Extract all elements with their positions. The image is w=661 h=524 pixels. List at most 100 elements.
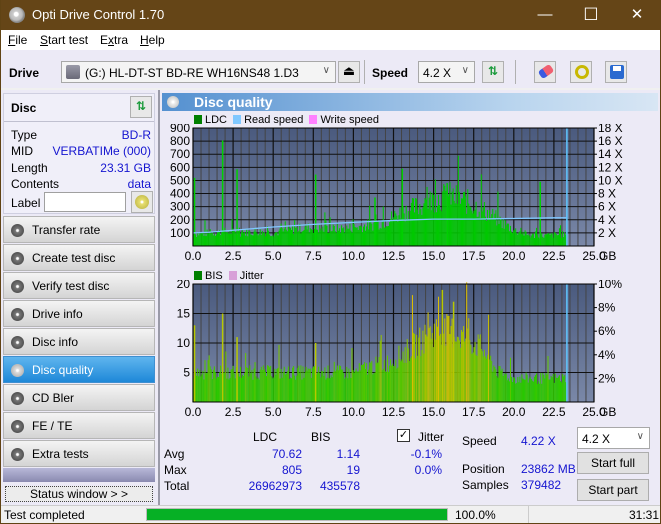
- drive-select[interactable]: (G:) HL-DT-ST BD-RE WH16NS48 1.D3 ∨: [61, 61, 336, 83]
- status-window-button[interactable]: Status window > >: [5, 486, 153, 502]
- avg-ldc-value: 70.62: [271, 447, 302, 461]
- bis-bar: [494, 366, 496, 402]
- x-tick-label: 17.5: [462, 249, 486, 262]
- ldc-bar: [379, 227, 381, 246]
- nav-disc-quality[interactable]: Disc quality: [3, 356, 155, 383]
- ldc-bar: [538, 237, 540, 246]
- save-button[interactable]: [605, 61, 627, 83]
- start-part-button[interactable]: Start part: [577, 479, 649, 501]
- bis-bar: [479, 334, 481, 402]
- bis-legend-swatch: [194, 271, 202, 280]
- ldc-bar: [473, 210, 475, 246]
- ldc-bar: [527, 234, 529, 246]
- ldc-bar: [297, 232, 299, 246]
- ldc-bar: [276, 232, 278, 246]
- ldc-bar: [551, 233, 553, 246]
- ldc-bar: [285, 229, 287, 246]
- menu-file[interactable]: File: [8, 33, 27, 47]
- bis-bar: [445, 345, 447, 402]
- ldc-bar: [386, 226, 388, 246]
- ldc-bar: [430, 210, 432, 246]
- ldc-bar: [208, 231, 210, 246]
- ldc-bar: [256, 233, 258, 246]
- ldc-bar: [270, 236, 272, 246]
- ldc-bar: [334, 231, 336, 246]
- ldc-bar: [305, 224, 307, 246]
- bis-bar: [375, 356, 377, 402]
- maximize-button[interactable]: ☐: [568, 0, 614, 30]
- test-speed-select[interactable]: 4.2 X ∨: [577, 427, 650, 449]
- menu-extra[interactable]: Extra: [100, 33, 128, 47]
- bis-bar: [206, 372, 208, 402]
- bis-bar: [309, 368, 311, 402]
- disc-icon: [11, 224, 24, 237]
- bis-bar: [278, 344, 280, 402]
- bis-bar: [379, 340, 381, 402]
- label-disc-button[interactable]: [131, 191, 153, 213]
- bis-bar: [392, 363, 394, 402]
- close-button[interactable]: ✕: [614, 0, 660, 30]
- jitter-checkbox[interactable]: ✓: [397, 429, 410, 442]
- ldc-bar: [510, 231, 513, 246]
- ldc-bar: [324, 212, 326, 246]
- bis-bar: [268, 365, 270, 402]
- bis-bar: [502, 375, 504, 402]
- y2-tick-label: 18 X: [598, 124, 623, 135]
- ldc-bar: [282, 231, 284, 246]
- bis-bar: [307, 368, 309, 402]
- bis-bar: [543, 374, 545, 402]
- bis-bar: [279, 378, 281, 402]
- erase-button[interactable]: [534, 61, 556, 83]
- ldc-bar: [536, 227, 538, 246]
- minimize-button[interactable]: —: [522, 0, 568, 30]
- bis-bar: [263, 369, 265, 402]
- bis-bar: [337, 370, 339, 402]
- ldc-bar: [564, 232, 566, 246]
- disc-icon: [135, 195, 149, 209]
- ldc-bar: [288, 228, 290, 246]
- nav-spacer: [3, 468, 155, 482]
- bis-bar: [353, 372, 355, 402]
- bis-bar: [256, 378, 258, 402]
- bis-bar: [391, 365, 393, 402]
- drive-label: Drive: [9, 66, 40, 80]
- ldc-bar: [302, 230, 304, 246]
- ldc-bar: [519, 231, 521, 246]
- ldc-bar: [440, 209, 442, 246]
- menu-start-test[interactable]: Start test: [40, 33, 88, 47]
- nav-fe-te[interactable]: FE / TE: [3, 412, 155, 439]
- bis-bar: [295, 379, 297, 402]
- eject-button[interactable]: ⏏: [338, 61, 360, 83]
- bis-bar: [289, 377, 292, 402]
- ldc-bar: [420, 209, 422, 246]
- bis-bar: [427, 312, 429, 402]
- bis-bar: [386, 355, 388, 402]
- ldc-bar: [331, 230, 333, 246]
- nav-create-test-disc[interactable]: Create test disc: [3, 244, 155, 271]
- ldc-bar: [257, 235, 259, 246]
- start-full-button[interactable]: Start full: [577, 452, 649, 474]
- nav-drive-info[interactable]: Drive info: [3, 300, 155, 327]
- ldc-bar: [278, 230, 280, 246]
- ldc-bar: [542, 236, 544, 246]
- max-label: Max: [164, 463, 187, 477]
- bis-bar: [325, 379, 327, 402]
- speed-select[interactable]: 4.2 X ∨: [418, 61, 475, 83]
- bis-bar: [246, 367, 248, 402]
- chevron-down-icon: ∨: [322, 65, 330, 76]
- label-input[interactable]: [44, 192, 126, 212]
- nav-cd-bler[interactable]: CD Bler: [3, 384, 155, 411]
- refresh-button[interactable]: ⇅: [482, 61, 504, 83]
- nav-disc-info[interactable]: Disc info: [3, 328, 155, 355]
- menu-help[interactable]: Help: [140, 33, 165, 47]
- bis-bar: [472, 352, 474, 402]
- avg-label: Avg: [164, 447, 185, 461]
- ldc-bar: [390, 219, 392, 246]
- settings-button[interactable]: [570, 61, 592, 83]
- nav-transfer-rate[interactable]: Transfer rate: [3, 216, 155, 243]
- nav-verify-test-disc[interactable]: Verify test disc: [3, 272, 155, 299]
- disc-refresh-button[interactable]: ⇅: [130, 96, 152, 118]
- label-label: Label: [11, 196, 41, 210]
- bis-bar: [341, 369, 343, 402]
- nav-extra-tests[interactable]: Extra tests: [3, 440, 155, 467]
